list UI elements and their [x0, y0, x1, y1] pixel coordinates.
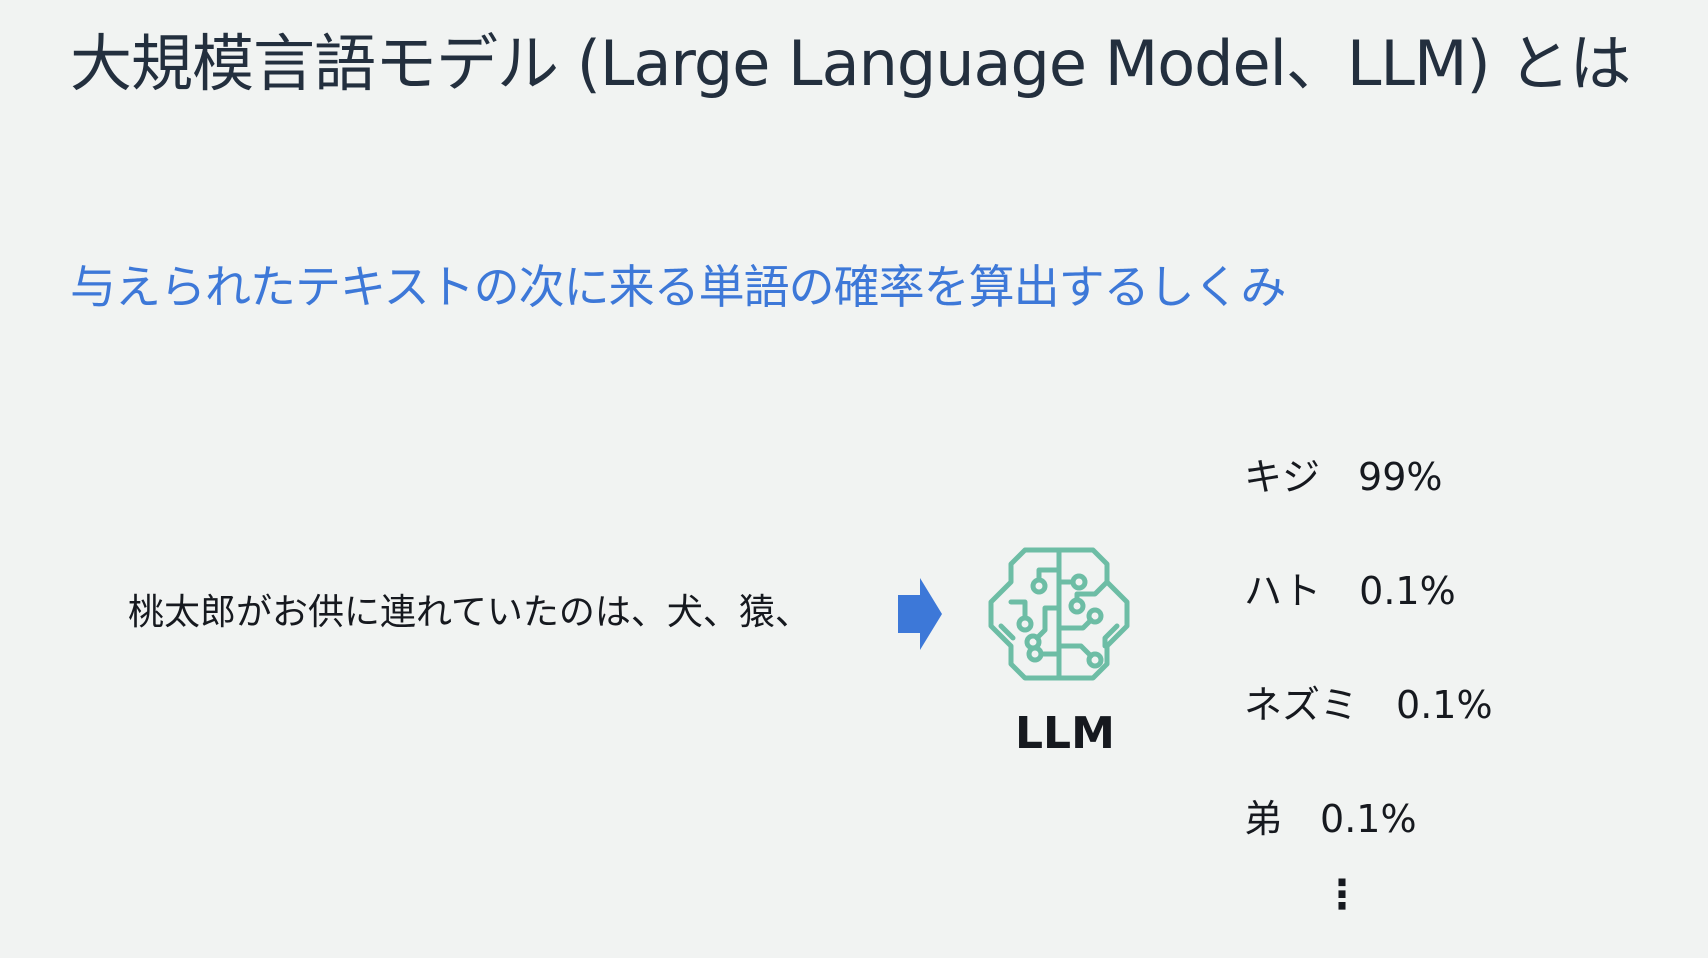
right-arrow-icon	[898, 578, 942, 650]
prediction-item: キジ 99%	[1244, 452, 1644, 566]
prompt-text: 桃太郎がお供に連れていたのは、犬、猿、	[128, 592, 811, 633]
prediction-probability: 0.1%	[1396, 683, 1493, 727]
slide-title: 大規模言語モデル (Large Language Model、LLM) とは	[70, 27, 1631, 100]
slide-subtitle: 与えられたテキストの次に来る単語の確率を算出するしくみ	[70, 260, 1286, 314]
slide: 大規模言語モデル (Large Language Model、LLM) とは 与…	[0, 0, 1708, 958]
more-indicator: ⋮	[1322, 872, 1362, 918]
prediction-word: ネズミ	[1244, 683, 1359, 727]
prediction-item: 弟 0.1%	[1244, 794, 1644, 908]
prediction-word: 弟	[1244, 797, 1283, 841]
prediction-item: ネズミ 0.1%	[1244, 680, 1644, 794]
prediction-probability: 99%	[1358, 455, 1443, 499]
prediction-probability: 0.1%	[1359, 569, 1456, 613]
prediction-word: ハト	[1244, 569, 1322, 613]
prediction-item: ハト 0.1%	[1244, 566, 1644, 680]
prediction-word: キジ	[1244, 455, 1321, 499]
llm-label: LLM	[1015, 708, 1115, 759]
brain-circuit-icon	[988, 547, 1130, 681]
prediction-list: キジ 99% ハト 0.1% ネズミ 0.1% 弟 0.1%	[1244, 452, 1644, 908]
